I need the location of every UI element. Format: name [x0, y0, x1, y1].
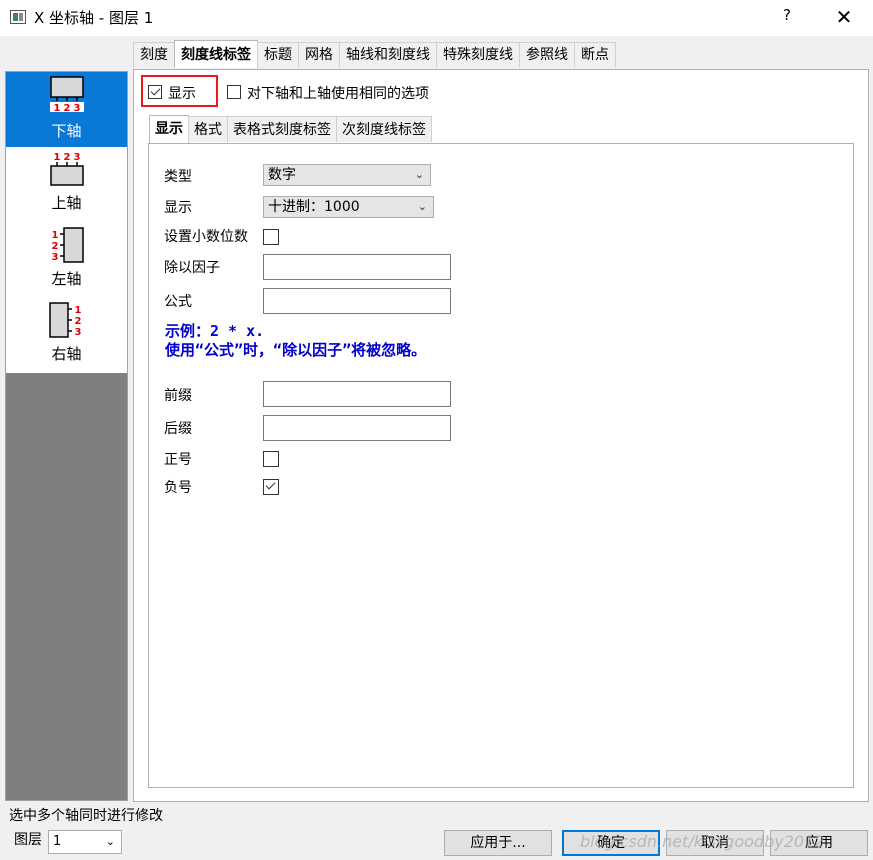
formula-example-note: 示例：2 * x. 使用“公式”时，“除以因子”将被忽略。: [165, 322, 426, 360]
axis-digit: 1: [52, 230, 59, 241]
axis-item-bottom[interactable]: 1 2 3 下轴: [6, 72, 127, 147]
display-select-value: 十进制：1000: [268, 199, 360, 215]
axis-digit: 1: [54, 152, 61, 163]
axis-digit: 2: [52, 241, 59, 252]
top-tab-strip: 刻度 刻度线标签 标题 网格 轴线和刻度线 特殊刻度线 参照线 断点: [133, 40, 616, 68]
tab-special-ticks[interactable]: 特殊刻度线: [436, 42, 520, 67]
left-axis-icon: 1 2 3: [52, 227, 84, 263]
apply-to-button[interactable]: 应用于...: [444, 830, 552, 856]
axis-digit: 3: [52, 252, 59, 263]
decimals-label: 设置小数位数: [164, 229, 248, 245]
help-button[interactable]: ?: [770, 6, 804, 30]
same-options-label: 对下轴和上轴使用相同的选项: [247, 86, 429, 102]
prefix-label: 前缀: [164, 388, 192, 404]
layer-select[interactable]: 1 ⌄: [48, 830, 122, 854]
right-axis-icon: 1 2 3: [49, 302, 82, 338]
tab-title[interactable]: 标题: [257, 42, 299, 67]
type-label: 类型: [164, 169, 192, 185]
prefix-input[interactable]: [263, 381, 451, 407]
top-axis-icon: 1 2 3: [50, 152, 84, 186]
example-line-1: 示例：2 * x.: [165, 322, 265, 340]
tab-grid[interactable]: 网格: [298, 42, 340, 67]
app-icon: [10, 10, 26, 24]
type-select[interactable]: 数字 ⌄: [263, 164, 431, 186]
tab-tick-labels[interactable]: 刻度线标签: [174, 40, 258, 68]
subtab-display[interactable]: 显示: [149, 115, 189, 144]
axis-digit: 1: [54, 103, 61, 112]
subtab-table-tick-labels[interactable]: 表格式刻度标签: [227, 116, 337, 142]
formula-label: 公式: [164, 294, 192, 310]
show-label: 显示: [168, 86, 196, 102]
plus-sign-label: 正号: [164, 452, 192, 468]
axis-digit: 3: [74, 103, 81, 112]
axis-digit: 3: [74, 152, 81, 163]
tab-scale[interactable]: 刻度: [133, 42, 175, 67]
chevron-down-icon: ⌄: [414, 168, 424, 181]
same-options-checkbox[interactable]: [227, 85, 241, 99]
minus-sign-checkbox[interactable]: [263, 479, 279, 495]
layer-select-value: 1: [53, 834, 62, 849]
chevron-down-icon: ⌄: [417, 200, 427, 213]
watermark: blog.csdn.net/kissgoodby2012: [580, 832, 825, 851]
axis-digit: 2: [64, 103, 71, 112]
display-settings-panel: [148, 143, 854, 788]
axis-digit: 3: [75, 327, 82, 338]
suffix-input[interactable]: [263, 415, 451, 441]
axis-list: 1 2 3 下轴 1 2 3 上轴 1 2 3 左轴 1 2 3 右轴: [6, 72, 127, 373]
layer-label: 图层: [14, 832, 42, 848]
axis-digit: 1: [75, 305, 82, 316]
tab-reference-lines[interactable]: 参照线: [519, 42, 575, 67]
decimals-checkbox[interactable]: [263, 229, 279, 245]
axis-item-right[interactable]: 1 2 3 右轴: [6, 298, 127, 373]
status-text: 选中多个轴同时进行修改: [9, 808, 163, 824]
axis-label-right: 右轴: [51, 345, 82, 363]
suffix-label: 后缀: [164, 421, 192, 437]
show-checkbox[interactable]: [148, 85, 162, 99]
window-title: X 坐标轴 - 图层 1: [34, 9, 154, 27]
axis-item-left[interactable]: 1 2 3 左轴: [6, 223, 127, 298]
axis-label-bottom: 下轴: [51, 122, 82, 140]
minus-sign-label: 负号: [164, 480, 192, 496]
divide-factor-input[interactable]: [263, 254, 451, 280]
formula-input[interactable]: [263, 288, 451, 314]
display-select[interactable]: 十进制：1000 ⌄: [263, 196, 434, 218]
bottom-axis-icon: 1 2 3: [50, 76, 84, 112]
tab-breaks[interactable]: 断点: [574, 42, 616, 67]
axis-digit: 2: [75, 316, 82, 327]
subtab-format[interactable]: 格式: [188, 116, 228, 142]
type-select-value: 数字: [268, 167, 296, 183]
close-button[interactable]: ✕: [826, 6, 862, 30]
chevron-down-icon: ⌄: [105, 835, 115, 848]
example-line-2: 使用“公式”时，“除以因子”将被忽略。: [165, 341, 427, 359]
sub-tab-strip: 显示 格式 表格式刻度标签 次刻度线标签: [149, 115, 432, 144]
divide-factor-label: 除以因子: [164, 260, 220, 276]
display-label: 显示: [164, 200, 192, 216]
subtab-minor-tick-labels[interactable]: 次刻度线标签: [336, 116, 432, 142]
axis-label-top: 上轴: [51, 194, 82, 212]
axis-digit: 2: [64, 152, 71, 163]
tab-line-and-ticks[interactable]: 轴线和刻度线: [339, 42, 437, 67]
plus-sign-checkbox[interactable]: [263, 451, 279, 467]
axis-label-left: 左轴: [51, 270, 82, 288]
axis-item-top[interactable]: 1 2 3 上轴: [6, 148, 127, 223]
